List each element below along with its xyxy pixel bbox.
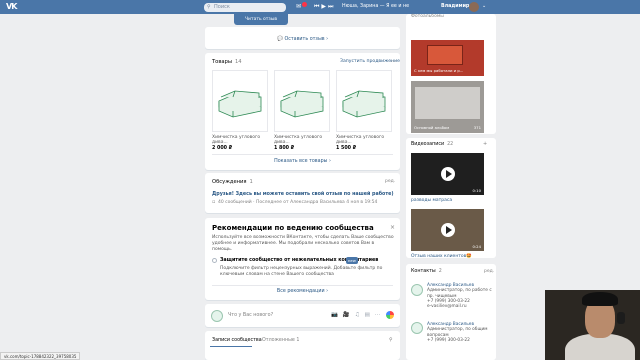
- video-title-link[interactable]: разводы матраса: [411, 198, 452, 203]
- album-thumb[interactable]: С кем мы работали и р...: [411, 40, 484, 76]
- sofa-image: [212, 70, 268, 132]
- product-price: 1 500 ₽: [336, 146, 357, 151]
- video-duration: 0:10: [472, 188, 481, 193]
- videos-block: Видеозаписи 22 + 0:10 разводы матраса 0:2…: [406, 138, 496, 259]
- avatar: [211, 310, 223, 322]
- new-badge: new: [346, 257, 358, 264]
- top-bar: VK ⚲ Поиск ✉ ⏮▶⏭ Нюша, Зарина — Я ее и н…: [0, 0, 640, 14]
- attach-icons[interactable]: 📷🎥♫▤⋯: [331, 312, 385, 318]
- contacts-title[interactable]: Контакты 2: [411, 269, 442, 274]
- album-thumb[interactable]: Основной альбом 371: [411, 81, 484, 133]
- status-url: vk.com/topic-178842322_39758035: [0, 352, 81, 360]
- edit-link[interactable]: ред.: [385, 179, 395, 184]
- recommendations-desc: Используйте все возможности ВКонтакте, ч…: [212, 235, 394, 252]
- search-input[interactable]: ⚲ Поиск: [204, 3, 286, 12]
- discussion-topic-link[interactable]: Друзья! Здесь вы можете оставить свой от…: [212, 192, 394, 197]
- album-count: 371: [473, 125, 481, 130]
- play-icon: [441, 223, 455, 237]
- player-controls[interactable]: ⏮▶⏭: [314, 3, 335, 11]
- webcam-overlay: [545, 290, 640, 360]
- video-duration: 0:24: [472, 244, 481, 249]
- album-image: [427, 45, 463, 65]
- tab-community-posts[interactable]: Записи сообщества: [212, 338, 262, 343]
- headphones-icon: [617, 312, 625, 324]
- contacts-block: Контакты 2 ред. Александр Васильев Админи…: [406, 264, 496, 360]
- discussions-block: Обсуждения 1 ред. Друзья! Здесь вы можете…: [205, 173, 400, 213]
- webcam-person-cap: [582, 292, 618, 306]
- all-recommendations-link[interactable]: Все рекомендации ›: [205, 289, 400, 294]
- poster-color-icon[interactable]: [386, 311, 394, 319]
- contact-item[interactable]: Александр Васильев Администратор, по общ…: [427, 322, 493, 343]
- product-name: Химчистка углового дива...: [212, 135, 261, 145]
- post-composer[interactable]: Что у Вас нового? 📷🎥♫▤⋯: [205, 304, 400, 327]
- goods-block: Товары 14 Запустить продвижение ⋯ Химчист…: [205, 53, 400, 170]
- albums-block: Фотоальбомы С кем мы работали и р... Осн…: [406, 14, 496, 134]
- tooltip: Читать отзыв: [234, 14, 288, 25]
- album-caption: С кем мы работали и р...: [414, 68, 464, 73]
- recommendation-radio[interactable]: [212, 258, 217, 263]
- product-price: 1 800 ₽: [274, 146, 295, 151]
- search-icon[interactable]: ⚲: [389, 337, 393, 343]
- album-caption: Основной альбом: [414, 125, 450, 130]
- product-price: 2 000 ₽: [212, 146, 233, 151]
- close-icon[interactable]: ×: [390, 224, 395, 231]
- comment-icon: ▫: [212, 199, 216, 205]
- recommendations-title: Рекомендации по ведению сообщества: [212, 224, 374, 232]
- post-input[interactable]: Что у Вас нового?: [228, 313, 273, 318]
- product-card[interactable]: Химчистка углового дива... 1 500 ₽: [336, 70, 392, 151]
- recommendations-block: Рекомендации по ведению сообщества × Исп…: [205, 218, 400, 300]
- discussions-title[interactable]: Обсуждения 1: [212, 179, 253, 185]
- divider: [212, 285, 393, 286]
- bell-icon[interactable]: ✉: [296, 3, 301, 10]
- contact-item[interactable]: Александр Васильев Администратор, по раб…: [427, 283, 493, 309]
- albums-title[interactable]: Фотоальбомы: [411, 14, 444, 19]
- search-icon: ⚲: [207, 4, 211, 10]
- add-icon[interactable]: +: [483, 141, 487, 147]
- videos-title[interactable]: Видеозаписи 22: [411, 142, 453, 147]
- video-thumb[interactable]: 0:10: [411, 153, 484, 195]
- right-sidebar: Фотоальбомы С кем мы работали и р... Осн…: [406, 0, 496, 360]
- discussion-meta: 40 сообщений · Последнее от Александра В…: [218, 200, 378, 205]
- recommendation-item-desc: Подключите фильтр нецензурных выражений.…: [220, 266, 383, 277]
- product-card[interactable]: Химчистка углового дива... 1 800 ₽: [274, 70, 330, 151]
- tab-postponed[interactable]: Отложенные 1: [262, 338, 299, 343]
- mattress-image: [415, 87, 480, 119]
- wall-block: Записи сообщества Отложенные 1 ⚲: [205, 331, 400, 360]
- product-name: Химчистка углового дива...: [274, 135, 323, 145]
- sofa-image: [336, 70, 392, 132]
- video-title-link[interactable]: Отзыв наших клиентов🤩: [411, 254, 472, 259]
- search-placeholder: Поиск: [214, 4, 230, 10]
- leave-review-link[interactable]: 💬 Оставить отзыв ›: [205, 37, 400, 42]
- sofa-image: [274, 70, 330, 132]
- show-all-goods-link[interactable]: Показать все товары ›: [205, 159, 400, 164]
- avatar[interactable]: [411, 284, 423, 296]
- edit-link[interactable]: ред.: [484, 269, 494, 274]
- active-tab-indicator: [210, 346, 252, 347]
- play-icon: [441, 167, 455, 181]
- divider: [212, 154, 393, 155]
- now-playing-track[interactable]: Нюша, Зарина — Я ее и не: [342, 4, 409, 9]
- product-name: Химчистка углового дива...: [336, 135, 385, 145]
- video-thumb[interactable]: 0:24: [411, 209, 484, 251]
- reviews-card: 💬 Оставить отзыв ›: [205, 27, 400, 49]
- vk-logo[interactable]: VK: [6, 2, 18, 12]
- notification-badge: [302, 2, 307, 7]
- goods-title[interactable]: Товары 14: [212, 59, 242, 65]
- product-card[interactable]: Химчистка углового дива... 2 000 ₽: [212, 70, 268, 151]
- more-icon[interactable]: ⋯: [390, 58, 396, 65]
- avatar[interactable]: [411, 322, 423, 334]
